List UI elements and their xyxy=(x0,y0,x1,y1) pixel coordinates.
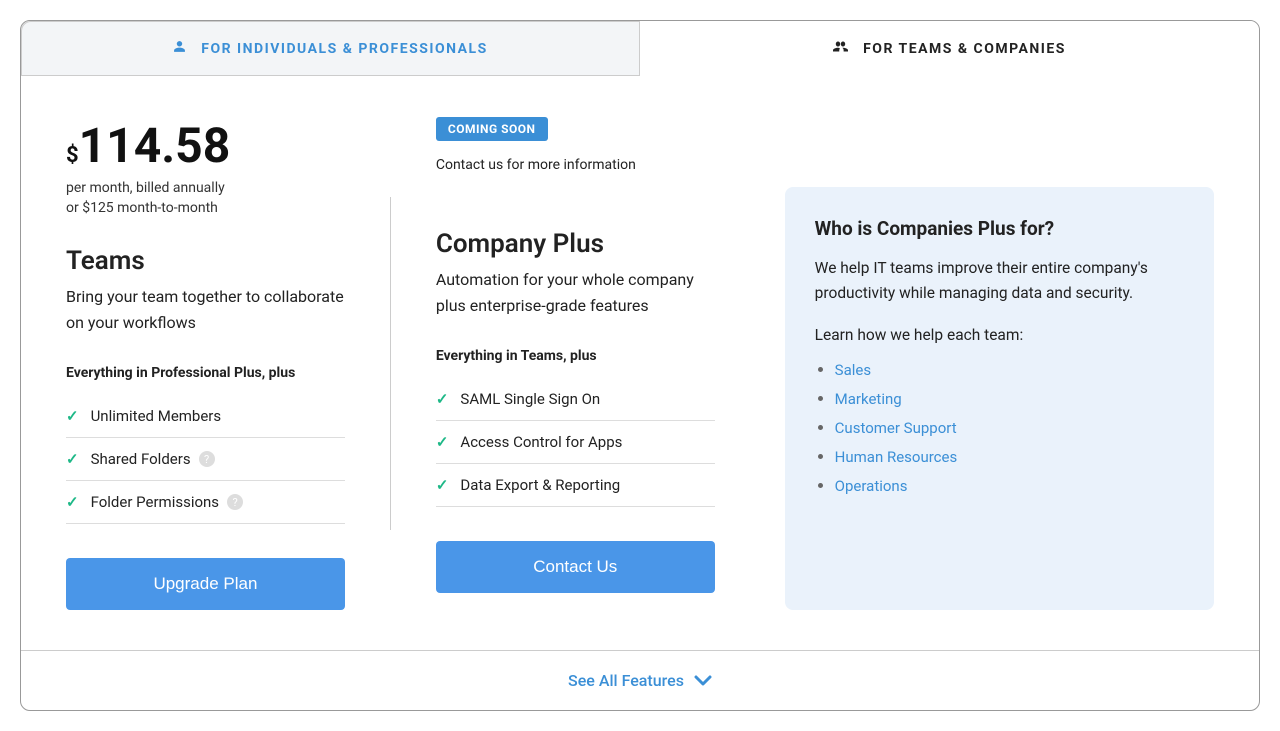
plan-teams-title: Teams xyxy=(66,246,345,276)
see-all-label: See All Features xyxy=(568,671,684,690)
plan-company-title: Company Plus xyxy=(436,229,715,259)
link-operations[interactable]: Operations xyxy=(835,477,908,495)
link-customer-support[interactable]: Customer Support xyxy=(835,419,957,437)
currency-symbol: $ xyxy=(66,143,79,168)
plan-company-desc: Automation for your whole company plus e… xyxy=(436,267,715,318)
feature-row: ✓ SAML Single Sign On xyxy=(436,378,715,421)
feature-row: ✓ Data Export & Reporting xyxy=(436,464,715,507)
check-icon: ✓ xyxy=(436,476,449,494)
link-sales[interactable]: Sales xyxy=(835,361,871,379)
link-human-resources[interactable]: Human Resources xyxy=(835,448,958,466)
who-for-card: Who is Companies Plus for? We help IT te… xyxy=(785,187,1214,610)
feature-label: Folder Permissions xyxy=(91,493,219,511)
check-icon: ✓ xyxy=(66,407,79,425)
upgrade-plan-button[interactable]: Upgrade Plan xyxy=(66,558,345,610)
feature-label: Data Export & Reporting xyxy=(460,476,620,494)
coming-soon-badge: Coming Soon xyxy=(436,117,548,141)
check-icon: ✓ xyxy=(66,493,79,511)
company-includes-head: Everything in Teams, plus xyxy=(436,348,715,364)
list-item: Marketing xyxy=(835,389,1184,408)
pricing-content: $ 114.58 per month, billed annually or $… xyxy=(21,77,1259,650)
tab-individuals[interactable]: For Individuals & Professionals xyxy=(21,21,640,76)
chevron-down-icon xyxy=(694,675,712,687)
list-item: Customer Support xyxy=(835,418,1184,437)
plan-teams: $ 114.58 per month, billed annually or $… xyxy=(21,117,390,650)
plan-teams-desc: Bring your team together to collaborate … xyxy=(66,284,345,335)
check-icon: ✓ xyxy=(66,450,79,468)
list-item: Sales xyxy=(835,360,1184,379)
feature-label: SAML Single Sign On xyxy=(460,390,600,408)
feature-row: ✓ Access Control for Apps xyxy=(436,421,715,464)
price-subtext: per month, billed annually xyxy=(66,180,345,196)
footer-bar: See All Features xyxy=(21,650,1259,710)
who-for-title: Who is Companies Plus for? xyxy=(815,217,1184,240)
who-for-text: We help IT teams improve their entire co… xyxy=(815,256,1184,306)
price-block: $ 114.58 xyxy=(66,117,345,174)
tab-individuals-label: For Individuals & Professionals xyxy=(201,41,487,57)
help-icon[interactable]: ? xyxy=(199,451,215,467)
see-all-features-toggle[interactable]: See All Features xyxy=(568,671,712,690)
tab-teams-companies-label: For Teams & Companies xyxy=(863,41,1066,57)
pricing-panel: For Individuals & Professionals For Team… xyxy=(20,20,1260,711)
help-icon[interactable]: ? xyxy=(227,494,243,510)
contact-us-button[interactable]: Contact Us xyxy=(436,541,715,593)
plan-company-plus: Coming Soon Contact us for more informat… xyxy=(391,117,760,650)
list-item: Human Resources xyxy=(835,447,1184,466)
feature-row: ✓ Shared Folders ? xyxy=(66,438,345,481)
audience-tabs: For Individuals & Professionals For Team… xyxy=(21,21,1259,77)
person-icon xyxy=(173,40,186,57)
check-icon: ✓ xyxy=(436,390,449,408)
contact-info-line: Contact us for more information xyxy=(436,157,715,173)
price-amount: 114.58 xyxy=(79,117,231,174)
teams-includes-head: Everything in Professional Plus, plus xyxy=(66,365,345,381)
link-marketing[interactable]: Marketing xyxy=(835,390,902,408)
list-item: Operations xyxy=(835,476,1184,495)
feature-label: Unlimited Members xyxy=(91,407,222,425)
feature-row: ✓ Folder Permissions ? xyxy=(66,481,345,524)
check-icon: ✓ xyxy=(436,433,449,451)
tab-teams-companies[interactable]: For Teams & Companies xyxy=(640,21,1259,76)
feature-label: Shared Folders xyxy=(91,450,191,468)
price-alt-text: or $125 month-to-month xyxy=(66,200,345,216)
feature-row: ✓ Unlimited Members xyxy=(66,395,345,438)
who-for-subhead: Learn how we help each team: xyxy=(815,326,1184,344)
people-icon xyxy=(833,40,848,57)
feature-label: Access Control for Apps xyxy=(460,433,622,451)
team-links-list: Sales Marketing Customer Support Human R… xyxy=(815,360,1184,495)
